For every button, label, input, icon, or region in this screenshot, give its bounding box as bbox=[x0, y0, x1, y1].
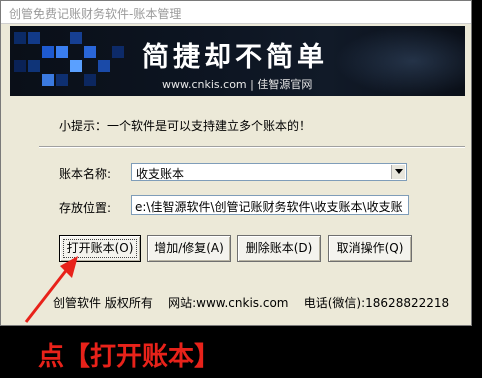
dropdown-button[interactable] bbox=[391, 165, 405, 179]
title-bar[interactable]: 创管免费记账财务软件-账本管理 bbox=[1, 1, 471, 24]
divider bbox=[39, 146, 465, 148]
storage-location-value: e:\佳智源软件\创管记账财务软件\收支账本\收支账 bbox=[135, 200, 403, 214]
footer-website: 网站:www.cnkis.com bbox=[168, 296, 289, 310]
banner-site-url: www.cnkis.com | 佳智源官网 bbox=[162, 78, 313, 91]
blue-mosaic-graphic bbox=[10, 26, 130, 96]
chevron-down-icon bbox=[395, 169, 403, 174]
account-name-select[interactable]: 收支账本 bbox=[131, 163, 407, 181]
banner-glow bbox=[335, 26, 465, 96]
add-repair-button[interactable]: 增加/修复(A) bbox=[147, 235, 231, 262]
window-title: 创管免费记账财务软件-账本管理 bbox=[9, 7, 182, 21]
instruction-caption: 点【打开账本】 bbox=[38, 342, 221, 372]
footer-phone: 电话(微信):18628822218 bbox=[303, 296, 450, 310]
cancel-button[interactable]: 取消操作(Q) bbox=[328, 235, 412, 262]
account-name-label: 账本名称: bbox=[59, 167, 112, 181]
footer: 创管软件 版权所有 网站:www.cnkis.com 电话(微信):186288… bbox=[53, 294, 449, 311]
account-name-value: 收支账本 bbox=[136, 167, 185, 181]
storage-location-label: 存放位置: bbox=[59, 201, 112, 215]
banner-slogan: 简捷却不简单 bbox=[142, 42, 328, 73]
storage-location-field[interactable]: e:\佳智源软件\创管记账财务软件\收支账本\收支账 bbox=[131, 195, 409, 215]
delete-account-button[interactable]: 删除账本(D) bbox=[237, 235, 321, 262]
tip-text: 小提示：一个软件是可以支持建立多个账本的！ bbox=[59, 119, 312, 133]
red-arrow-icon bbox=[24, 256, 78, 323]
banner: 简捷却不简单 www.cnkis.com | 佳智源官网 bbox=[10, 26, 465, 96]
